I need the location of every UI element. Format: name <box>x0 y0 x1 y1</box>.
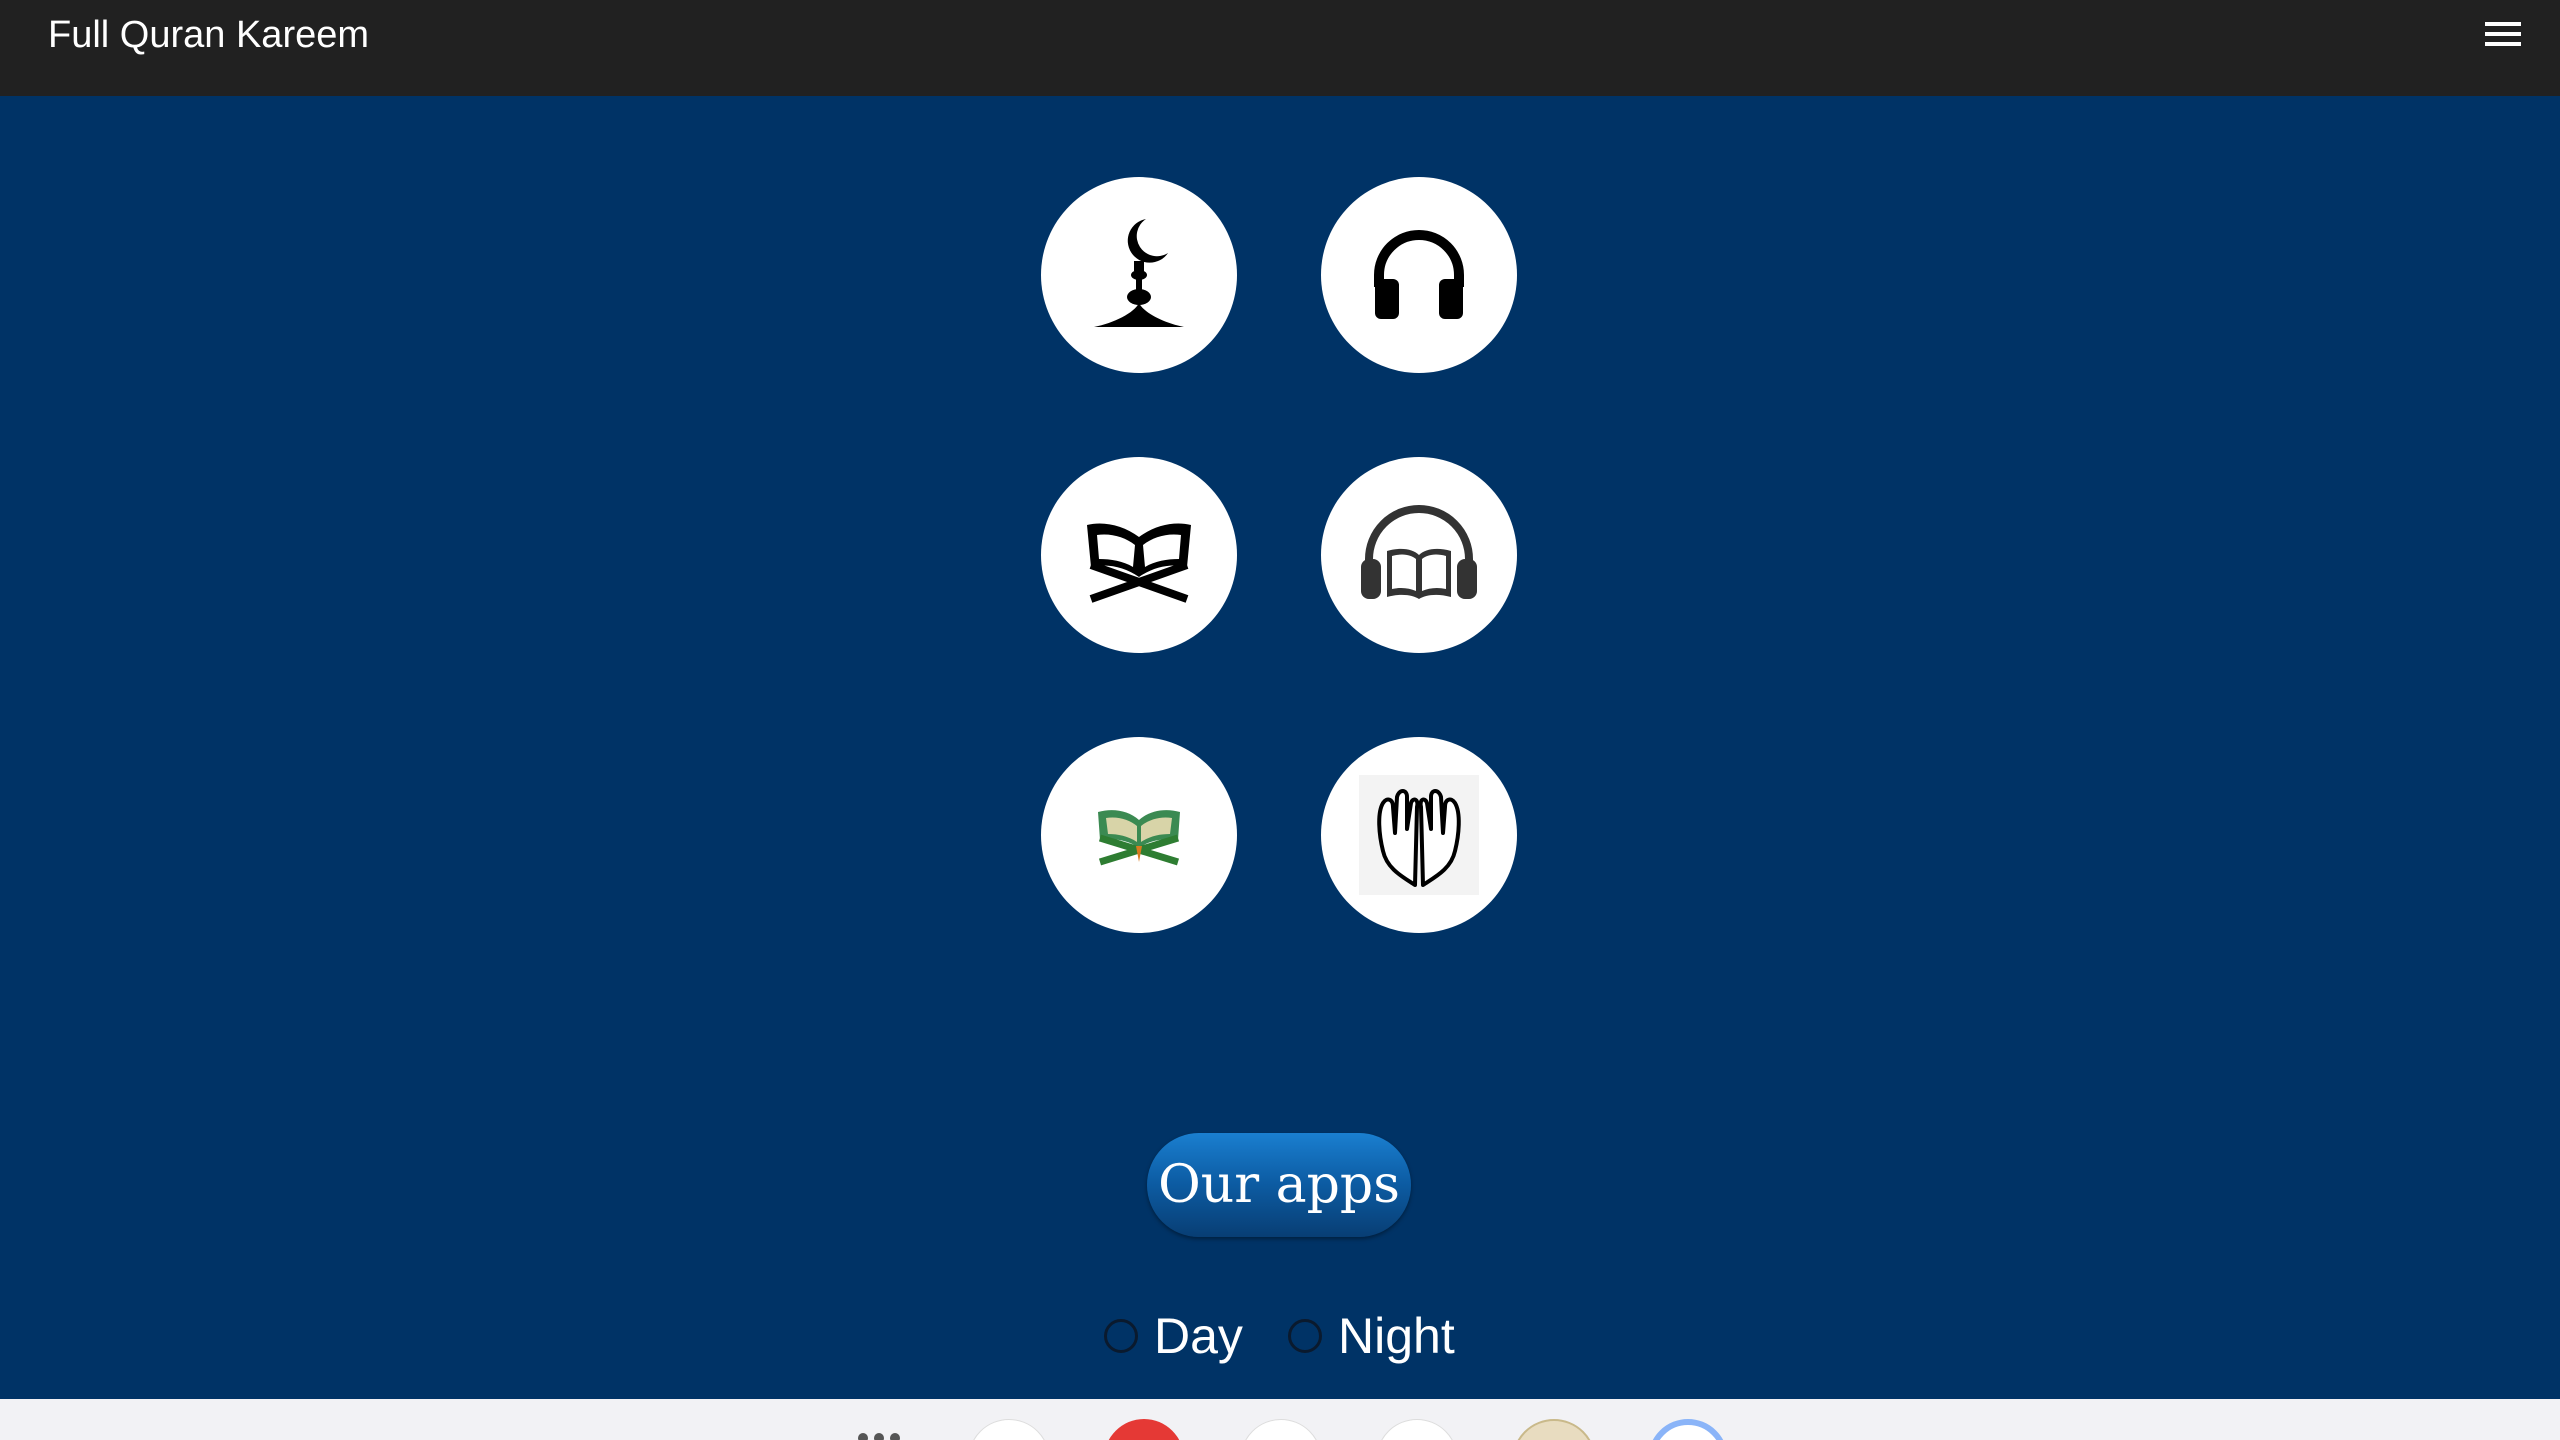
launcher-dot <box>890 1433 900 1440</box>
assistant-icon[interactable] <box>1648 1419 1728 1440</box>
dua-button[interactable] <box>1321 737 1517 933</box>
our-apps-button[interactable]: Our apps <box>1147 1133 1411 1237</box>
quran-text-button[interactable] <box>1041 737 1237 933</box>
hamburger-menu-line <box>2485 42 2521 46</box>
night-label: Night <box>1338 1308 1455 1364</box>
read-quran-button[interactable] <box>1041 457 1237 653</box>
night-option[interactable]: Night <box>1288 1306 1455 1366</box>
mosque-button[interactable] <box>1041 177 1237 373</box>
praying-hands-icon <box>1359 775 1479 895</box>
headphones-icon <box>1374 230 1464 319</box>
chrome-icon[interactable] <box>968 1419 1050 1440</box>
youtube-icon[interactable] <box>1104 1419 1184 1440</box>
night-radio[interactable] <box>1288 1319 1322 1353</box>
listen-button[interactable] <box>1321 177 1517 373</box>
app-header: Full Quran Kareem <box>0 0 2560 96</box>
app-title: Full Quran Kareem <box>48 14 370 56</box>
quran-book-stand-icon <box>1087 523 1191 603</box>
day-option[interactable]: Day <box>1104 1306 1243 1366</box>
main-content: Our apps Day Night <box>0 96 2560 1399</box>
hamburger-menu-line <box>2485 32 2521 36</box>
colored-quran-icon <box>1098 810 1180 866</box>
audio-book-button[interactable] <box>1321 457 1517 653</box>
day-radio[interactable] <box>1104 1319 1138 1353</box>
audio-book-icon <box>1361 505 1477 599</box>
day-label: Day <box>1154 1308 1243 1364</box>
hamburger-menu-icon <box>2485 22 2521 26</box>
app-emblem-icon[interactable] <box>1512 1419 1596 1440</box>
apps-launcher-icon[interactable] <box>858 1433 900 1440</box>
taskbar <box>0 1399 2560 1440</box>
menu-button[interactable] <box>2476 14 2530 54</box>
launcher-dot <box>858 1433 868 1440</box>
launcher-dot <box>874 1433 884 1440</box>
play-store-icon[interactable] <box>1240 1419 1322 1440</box>
mosque-crescent-icon <box>1094 219 1184 327</box>
photos-icon[interactable] <box>1376 1419 1458 1440</box>
